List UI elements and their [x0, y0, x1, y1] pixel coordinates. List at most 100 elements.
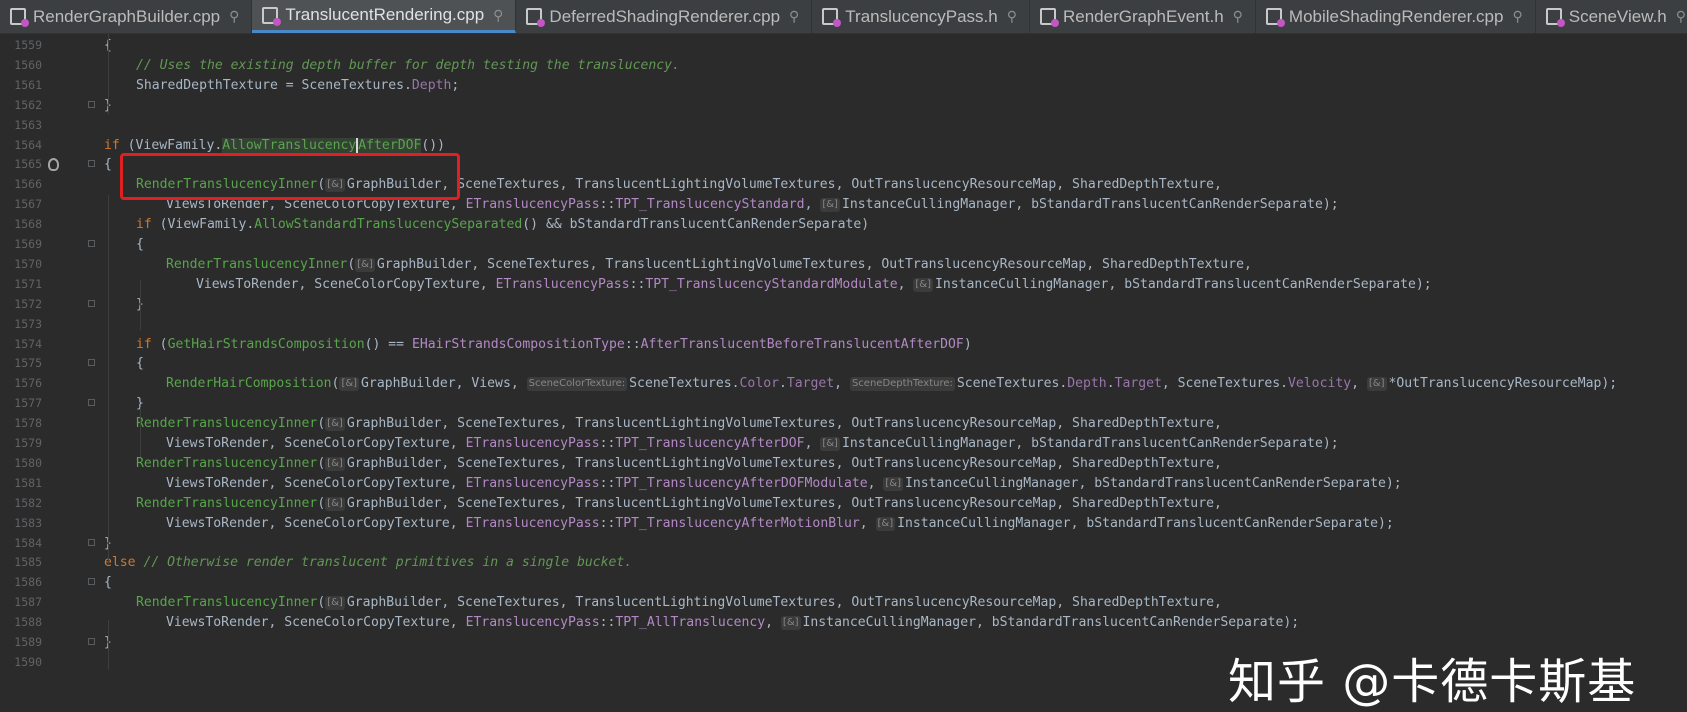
- code-line-1577[interactable]: 1577}: [0, 393, 1687, 414]
- pin-icon[interactable]: ⚲: [1233, 8, 1243, 25]
- line-number: 1560: [14, 57, 42, 72]
- pin-icon[interactable]: ⚲: [1007, 8, 1017, 25]
- parameter-hint: [&]: [325, 417, 345, 432]
- line-number: 1584: [14, 535, 42, 550]
- lightbulb-icon[interactable]: [48, 158, 59, 171]
- indent-guide: [108, 195, 109, 565]
- tab-rendergraphevent-h[interactable]: RenderGraphEvent.h ⚲: [1030, 0, 1256, 33]
- code-line-1560[interactable]: 1560 // Uses the existing depth buffer fo…: [0, 55, 1687, 76]
- parameter-hint: SceneDepthTexture:: [849, 377, 955, 392]
- line-number: 1570: [14, 256, 42, 271]
- fold-icon[interactable]: [88, 399, 95, 407]
- code-line-1579[interactable]: 1579 ViewsToRender, SceneColorCopyTexture…: [0, 433, 1687, 454]
- tab-label: RenderGraphEvent.h: [1063, 6, 1224, 26]
- code-text: RenderTranslucencyInner([&] GraphBuilder,…: [136, 416, 1222, 432]
- code-text: RenderTranslucencyInner([&] GraphBuilder,…: [166, 256, 1252, 272]
- code-line-1562[interactable]: 1562}: [0, 95, 1687, 116]
- fold-icon[interactable]: [88, 160, 95, 168]
- line-number: 1559: [14, 38, 42, 52]
- tab-label: DeferredShadingRenderer.cpp: [549, 6, 781, 26]
- code-line-1574[interactable]: 1574 if (GetHairStrandsComposition() == E…: [0, 334, 1687, 355]
- code-line-1571[interactable]: 1571 ViewsToRender, SceneColorCopyTexture…: [0, 274, 1687, 295]
- parameter-hint: [&]: [875, 516, 896, 531]
- code-text: if (GetHairStrandsComposition() == EHair…: [136, 336, 972, 352]
- line-number: 1574: [14, 336, 42, 351]
- parameter-hint: [&]: [355, 257, 375, 272]
- indent-guide: [140, 407, 141, 457]
- code-line-1581[interactable]: 1581 ViewsToRender, SceneColorCopyTexture…: [0, 473, 1687, 494]
- code-line-1586[interactable]: 1586 {: [0, 572, 1687, 593]
- code-line-1572[interactable]: 1572}: [0, 294, 1687, 315]
- line-number: 1583: [14, 515, 42, 530]
- code-text: ViewsToRender, SceneColorCopyTexture, ET…: [166, 436, 1339, 451]
- fold-icon[interactable]: [88, 578, 95, 586]
- tab-deferredshadingrenderer-cpp[interactable]: DeferredShadingRenderer.cpp ⚲: [516, 0, 813, 33]
- code-text: ViewsToRender, SceneColorCopyTexture, ET…: [166, 615, 1300, 631]
- pin-icon[interactable]: ⚲: [789, 8, 799, 25]
- parameter-hint: [&]: [913, 277, 934, 292]
- code-editor[interactable]: 15901589}1588ViewsToRender, SceneColorCo…: [0, 34, 1687, 712]
- fold-icon[interactable]: [88, 538, 95, 546]
- tab-rendergraphbuilder-cpp[interactable]: RenderGraphBuilder.cpp ⚲: [0, 0, 253, 33]
- code-text: else // Otherwise render translucent pri…: [104, 555, 633, 571]
- line-number: 1589: [14, 635, 42, 649]
- line-number: 1586: [14, 575, 42, 590]
- code-text: RenderTranslucencyInner([&] GraphBuilder,…: [136, 455, 1222, 471]
- pin-icon[interactable]: ⚲: [229, 8, 239, 25]
- line-number: 1582: [14, 495, 42, 510]
- code-line-1568[interactable]: 1568 if (ViewFamily.AllowStandardTransluc…: [0, 214, 1687, 235]
- pin-icon[interactable]: ⚲: [1512, 8, 1522, 25]
- pin-icon[interactable]: ⚲: [1676, 8, 1686, 25]
- tab-mobileshadingrenderer-cpp[interactable]: MobileShadingRenderer.cpp ⚲: [1256, 0, 1536, 33]
- code-line-1573[interactable]: 1573: [0, 314, 1687, 335]
- code-line-1580[interactable]: 1580 RenderTranslucencyInner([&] GraphBuil…: [0, 453, 1687, 474]
- code-line-1563[interactable]: 1563: [0, 115, 1687, 136]
- line-number: 1568: [14, 217, 42, 232]
- header-file-icon: [822, 8, 842, 27]
- code-text: {: [136, 356, 144, 372]
- line-number: 1571: [14, 276, 42, 291]
- editor-tab-bar: RenderGraphBuilder.cpp ⚲ TranslucentRender…: [0, 0, 1687, 34]
- line-number: 1581: [14, 475, 42, 490]
- code-text: {: [104, 575, 112, 591]
- parameter-hint: [&]: [780, 616, 801, 631]
- tab-translucencypass-h[interactable]: TranslucencyPass.h ⚲: [812, 0, 1030, 33]
- header-file-icon: [1040, 8, 1059, 27]
- parameter-hint: [&]: [820, 437, 840, 451]
- line-number: 1585: [14, 555, 42, 570]
- fold-icon[interactable]: [88, 240, 95, 247]
- tab-label: RenderGraphBuilder.cpp: [33, 6, 221, 26]
- code-line-1582[interactable]: 1582 RenderTranslucencyInner([&] GraphBuil…: [0, 493, 1687, 514]
- tab-label: MobileShadingRenderer.cpp: [1288, 6, 1504, 26]
- code-line-1575[interactable]: 1575 {: [0, 353, 1687, 374]
- code-line-1585[interactable]: 1585 else // Otherwise render translucent…: [0, 552, 1687, 573]
- fold-icon[interactable]: [88, 638, 95, 645]
- code-line-1584[interactable]: 1584}: [0, 533, 1687, 554]
- code-line-1578[interactable]: 1578 RenderTranslucencyInner([&] GraphBuil…: [0, 413, 1687, 434]
- code-text: ViewsToRender, SceneColorCopyTexture, ET…: [166, 475, 1402, 491]
- parameter-hint: [&]: [820, 198, 840, 213]
- tab-label: TranslucencyPass.h: [845, 6, 998, 26]
- code-line-1576[interactable]: 1576 RenderHairComposition([&] GraphBuilde…: [0, 373, 1687, 394]
- tab-sceneview-h[interactable]: SceneView.h ⚲: [1536, 0, 1687, 33]
- tab-label: SceneView.h: [1568, 6, 1667, 26]
- fold-icon[interactable]: [88, 359, 95, 367]
- parameter-hint: [&]: [325, 596, 345, 611]
- code-line-1561[interactable]: 1561 SharedDepthTexture = SceneTextures.D…: [0, 75, 1687, 96]
- code-text: ViewsToRender, SceneColorCopyTexture, ET…: [166, 515, 1394, 531]
- fold-icon[interactable]: [88, 100, 95, 108]
- code-line-1588[interactable]: 1588 ViewsToRender, SceneColorCopyTexture…: [0, 612, 1687, 633]
- line-number: 1577: [14, 396, 42, 411]
- code-line-1569[interactable]: 1569 {: [0, 234, 1687, 255]
- watermark: 知乎 @卡德卡斯基: [1228, 654, 1637, 710]
- tab-translucentrendering-cpp[interactable]: TranslucentRendering.cpp ⚲: [252, 0, 517, 33]
- code-line-1570[interactable]: 1570 RenderTranslucencyInner([&] GraphBuil…: [0, 254, 1687, 275]
- code-line-1583[interactable]: 1583 ViewsToRender, SceneColorCopyTexture…: [0, 513, 1687, 534]
- code-text: {: [136, 237, 144, 252]
- line-number: 1561: [14, 77, 42, 92]
- code-line-1559[interactable]: 1559{: [0, 35, 1687, 56]
- pin-icon[interactable]: ⚲: [493, 7, 503, 24]
- code-line-1587[interactable]: 1587 RenderTranslucencyInner([&] GraphBuil…: [0, 592, 1687, 613]
- tab-label: TranslucentRendering.cpp: [285, 5, 485, 24]
- fold-icon[interactable]: [88, 299, 95, 307]
